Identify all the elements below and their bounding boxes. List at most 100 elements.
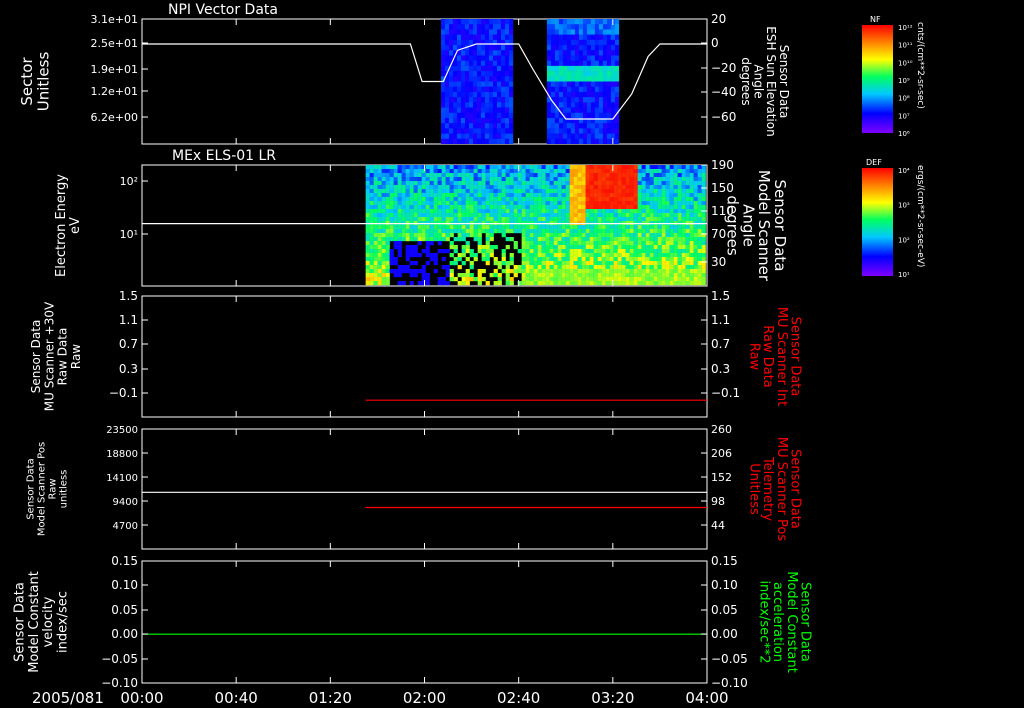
heatmap-cell xyxy=(701,269,706,274)
heatmap-cell xyxy=(464,112,470,119)
heatmap-cell xyxy=(581,269,586,274)
heatmap-cell xyxy=(701,173,706,178)
heatmap-cell xyxy=(681,257,686,262)
heatmap-cell xyxy=(373,273,378,278)
heatmap-cell xyxy=(477,233,482,238)
heatmap-cell xyxy=(445,217,450,222)
heatmap-cell xyxy=(633,241,638,246)
heatmap-cell xyxy=(570,55,576,61)
heatmap-cell xyxy=(593,185,598,190)
heatmap-cell xyxy=(645,277,650,282)
heatmap-cell xyxy=(476,76,482,82)
heatmap-cell xyxy=(533,269,538,274)
heatmap-cell xyxy=(437,233,442,238)
heatmap-cell xyxy=(448,71,454,77)
heatmap-cell xyxy=(565,201,570,206)
heatmap-cell xyxy=(480,117,486,124)
heatmap-cell xyxy=(681,225,686,230)
heatmap-cell xyxy=(385,169,390,174)
heatmap-cell xyxy=(565,237,570,242)
heatmap-cell xyxy=(609,265,614,270)
heatmap-cell xyxy=(697,193,702,198)
heatmap-cell xyxy=(689,253,694,258)
heatmap-cell xyxy=(405,245,410,250)
heatmap-cell xyxy=(505,185,510,190)
heatmap-cell xyxy=(421,177,426,182)
heatmap-cell xyxy=(585,201,590,206)
heatmap-cell xyxy=(617,253,622,258)
heatmap-cell xyxy=(521,205,526,210)
heatmap-cell xyxy=(465,193,470,198)
heatmap-cell xyxy=(558,97,564,103)
heatmap-cell xyxy=(373,217,378,222)
heatmap-cell xyxy=(653,177,658,182)
heatmap-cell xyxy=(497,261,502,266)
heatmap-cell xyxy=(669,213,674,218)
heatmap-cell xyxy=(461,185,466,190)
heatmap-cell xyxy=(566,71,572,77)
heatmap-cell xyxy=(457,205,462,210)
heatmap-cell xyxy=(369,225,374,230)
heatmap-cell xyxy=(429,217,434,222)
heatmap-cell xyxy=(665,217,670,222)
heatmap-cell xyxy=(481,217,486,222)
heatmap-cell xyxy=(614,138,620,144)
heatmap-cell xyxy=(397,185,402,190)
heatmap-cell xyxy=(573,189,578,194)
heatmap-cell xyxy=(605,177,610,182)
heatmap-cell xyxy=(645,181,650,186)
heatmap-cell xyxy=(633,165,638,170)
heatmap-cell xyxy=(569,177,574,182)
heatmap-cell xyxy=(545,249,550,254)
heatmap-cell xyxy=(681,269,686,274)
heatmap-cell xyxy=(453,165,458,170)
heatmap-cell xyxy=(633,181,638,186)
heatmap-cell xyxy=(546,76,552,82)
heatmap-cell xyxy=(477,225,482,230)
heatmap-cell xyxy=(621,281,626,286)
heatmap-cell xyxy=(448,39,454,46)
heatmap-cell xyxy=(460,112,466,119)
heatmap-cell xyxy=(461,249,466,254)
heatmap-cell xyxy=(613,185,618,190)
heatmap-cell xyxy=(653,197,658,202)
heatmap-cell xyxy=(613,181,618,186)
heatmap-cell xyxy=(397,233,402,238)
heatmap-cell xyxy=(464,39,470,46)
heatmap-cell xyxy=(441,265,446,270)
heatmap-cell xyxy=(549,205,554,210)
heatmap-cell xyxy=(549,225,554,230)
heatmap-cell xyxy=(468,71,474,77)
heatmap-cell xyxy=(641,173,646,178)
heatmap-cell xyxy=(557,265,562,270)
heatmap-cell xyxy=(681,181,686,186)
heatmap-cell xyxy=(677,265,682,270)
heatmap-cell xyxy=(665,169,670,174)
heatmap-cell xyxy=(610,102,616,108)
heatmap-cell xyxy=(590,97,596,103)
heatmap-cell xyxy=(625,217,630,222)
heatmap-cell xyxy=(541,217,546,222)
heatmap-cell xyxy=(589,265,594,270)
heatmap-cell xyxy=(489,229,494,234)
heatmap-cell xyxy=(553,273,558,278)
heatmap-cell xyxy=(485,257,490,262)
y-axis-label-line: Raw xyxy=(48,478,59,499)
heatmap-cell xyxy=(465,225,470,230)
heatmap-cell xyxy=(673,177,678,182)
heatmap-cell xyxy=(673,273,678,278)
heatmap-cell xyxy=(369,165,374,170)
y2-tick-label: 98 xyxy=(711,495,725,508)
heatmap-cell xyxy=(594,76,600,82)
heatmap-cell xyxy=(405,201,410,206)
heatmap-cell xyxy=(533,225,538,230)
heatmap-cell xyxy=(685,193,690,198)
heatmap-cell xyxy=(453,177,458,182)
heatmap-cell xyxy=(617,269,622,274)
y-tick-label: 9400 xyxy=(113,497,138,508)
heatmap-cell xyxy=(501,217,506,222)
heatmap-cell xyxy=(452,29,458,35)
heatmap-cell xyxy=(481,185,486,190)
heatmap-cell xyxy=(594,91,600,98)
heatmap-cell xyxy=(393,173,398,178)
